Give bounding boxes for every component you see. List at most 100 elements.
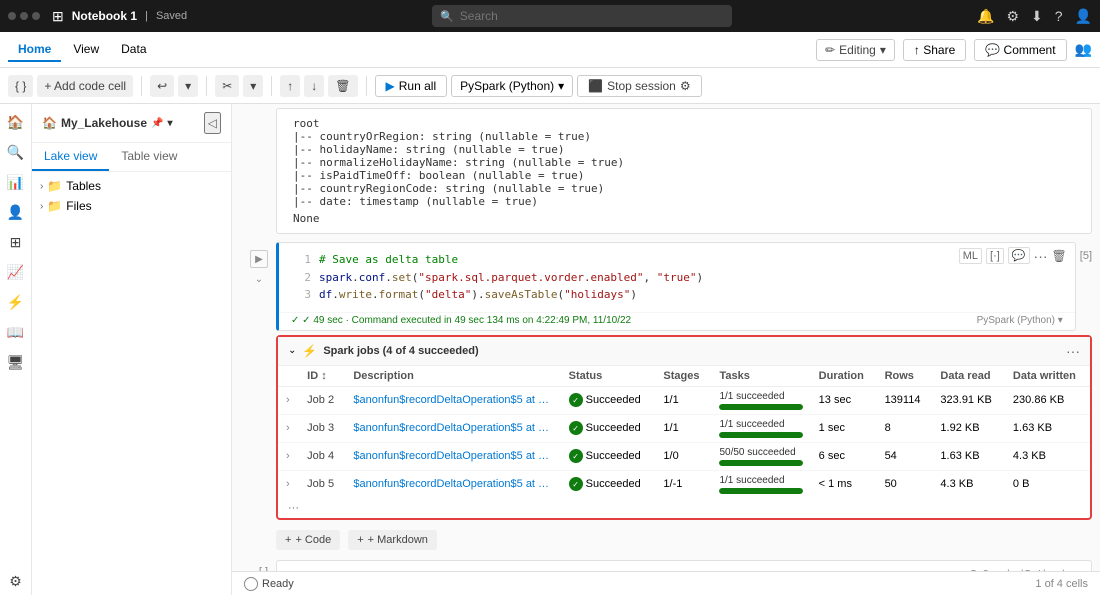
lake-view-tab[interactable]: Lake view: [32, 143, 109, 171]
add-cell-row: + + Code + + Markdown: [232, 524, 1100, 556]
cell-5-code[interactable]: 1 # Save as delta table 2 spark.conf.set…: [279, 243, 1075, 312]
job-desc-3[interactable]: $anonfun$recordDeltaOperation$5 at Synap…: [345, 470, 560, 498]
run-all-label: Run all: [399, 79, 436, 93]
main-area: 🏠 🔍 📊 👤 ⊞ 📈 ⚡ 📖 🖥 ⚙ 🏠 My_Lakehouse 📌 ▾ ◁…: [0, 104, 1100, 595]
sep1: [141, 76, 142, 96]
share-button[interactable]: ↑ Share: [903, 39, 966, 61]
sep2: [206, 76, 207, 96]
tab-data[interactable]: Data: [111, 38, 156, 62]
settings-icon[interactable]: ⚙: [1006, 8, 1019, 25]
job-expand-2[interactable]: ›: [278, 442, 299, 470]
help-icon[interactable]: ?: [1055, 8, 1063, 24]
move-up-button[interactable]: ↑: [280, 75, 300, 97]
files-folder-icon: 📁: [47, 199, 62, 213]
run-all-button[interactable]: ▶ Run all: [375, 75, 448, 97]
job-status-1: ✓ Succeeded: [561, 414, 656, 442]
sidebar-monitor-icon[interactable]: 🖥: [2, 348, 30, 376]
job-data-written-1: 1.63 KB: [1005, 414, 1090, 442]
sidebar-book-icon[interactable]: 📖: [2, 318, 30, 346]
cell-5-expand-button[interactable]: ⌄: [250, 270, 268, 288]
add-markdown-button[interactable]: + + Markdown: [348, 530, 437, 550]
sidebar-chart-icon[interactable]: 📈: [2, 258, 30, 286]
sidebar-search-icon[interactable]: 🔍: [2, 138, 30, 166]
spark-jobs-panel: ⌄ ⚡ Spark jobs (4 of 4 succeeded) ··· ID…: [276, 335, 1092, 520]
cut-dropdown[interactable]: ▾: [243, 75, 263, 97]
job-expand-0[interactable]: ›: [278, 386, 299, 414]
spark-jobs-more-btn[interactable]: ···: [278, 498, 1090, 518]
cell-ml-icon[interactable]: ML: [959, 248, 982, 264]
saved-label[interactable]: Saved: [156, 10, 187, 22]
tab-view[interactable]: View: [63, 38, 109, 62]
code-line-1: 1 # Save as delta table: [291, 251, 1063, 269]
cell-more-icon[interactable]: ···: [1034, 248, 1048, 264]
cell-5-run-button[interactable]: ▶: [250, 250, 268, 268]
job-expand-1[interactable]: ›: [278, 414, 299, 442]
schema-line-4: |-- isPaidTimeOff: boolean (nullable = t…: [293, 169, 1075, 182]
undo-button[interactable]: ↩: [150, 75, 174, 97]
lakehouse-chevron-icon[interactable]: ▾: [167, 118, 172, 129]
pin-icon[interactable]: 📌: [151, 118, 163, 129]
add-code-cell-button[interactable]: + Add code cell: [37, 75, 133, 97]
sidebar-home-icon[interactable]: 🏠: [2, 108, 30, 136]
search-input[interactable]: [460, 9, 724, 23]
sidebar-spark-icon[interactable]: ⚡: [2, 288, 30, 316]
schema-line-2: |-- holidayName: string (nullable = true…: [293, 143, 1075, 156]
left-panel-header: 🏠 My_Lakehouse 📌 ▾ ◁: [32, 104, 231, 143]
tab-home[interactable]: Home: [8, 38, 61, 62]
add-code-button[interactable]: + + Code: [276, 530, 340, 550]
people-icon[interactable]: 👥: [1075, 41, 1092, 58]
stop-session-button[interactable]: ⬛ Stop session ⚙: [577, 75, 701, 97]
collapse-panel-button[interactable]: ◁: [204, 112, 221, 134]
job-expand-3[interactable]: ›: [278, 470, 299, 498]
run-all-play-icon: ▶: [386, 79, 395, 93]
comment-label: Comment: [1004, 43, 1056, 57]
job-desc-0[interactable]: $anonfun$recordDeltaOperation$5 at Synap…: [345, 386, 560, 414]
search-bar[interactable]: 🔍: [432, 5, 732, 27]
dot2: [20, 12, 28, 20]
empty-cell-pyspark[interactable]: PySpark (Python) ▾: [971, 569, 1079, 571]
sidebar-grid-icon[interactable]: ⊞: [2, 228, 30, 256]
job-status-3: ✓ Succeeded: [561, 470, 656, 498]
cell-type-dropdown[interactable]: { }: [8, 75, 33, 97]
pyspark-dropdown[interactable]: PySpark (Python) ▾: [451, 75, 573, 97]
empty-cell-linenum: 1: [289, 569, 971, 571]
undo-dropdown[interactable]: ▾: [178, 75, 198, 97]
job-tasks-3: 1/1 succeeded: [711, 470, 810, 498]
download-icon[interactable]: ⬇: [1031, 8, 1043, 25]
cell-5-pyspark-label[interactable]: PySpark (Python) ▾: [977, 315, 1063, 326]
tasks-progress-2: [719, 460, 802, 466]
cut-button[interactable]: ✂: [215, 75, 239, 97]
comment-button[interactable]: 💬 Comment: [974, 39, 1066, 61]
toolbar: { } + Add code cell ↩ ▾ ✂ ▾ ↑ ↓ 🗑 ▶ Run …: [0, 68, 1100, 104]
notification-icon[interactable]: 🔔: [977, 8, 994, 25]
cell-variable-icon[interactable]: [·]: [986, 248, 1004, 264]
cell-comment-icon[interactable]: 💬: [1008, 247, 1030, 264]
statusbar: Ready 1 of 4 cells: [232, 571, 1100, 595]
delete-button[interactable]: 🗑: [328, 75, 357, 97]
move-down-button[interactable]: ↓: [304, 75, 324, 97]
status-dot-0: ✓: [569, 393, 583, 407]
line-num-2: 2: [291, 269, 311, 287]
cell-delete-icon[interactable]: 🗑: [1052, 249, 1067, 263]
tables-tree-item[interactable]: › 📁 Tables: [36, 176, 227, 196]
job-desc-2[interactable]: $anonfun$recordDeltaOperation$5 at Synap…: [345, 442, 560, 470]
schema-line-6: |-- date: timestamp (nullable = true): [293, 195, 1075, 208]
editing-badge[interactable]: ✏ Editing ▾: [816, 39, 895, 61]
col-id[interactable]: ID ↕: [299, 366, 345, 387]
table-view-tab[interactable]: Table view: [109, 143, 189, 171]
spark-collapse-icon[interactable]: ⌄: [288, 345, 296, 356]
spark-more-icon[interactable]: ···: [1066, 343, 1080, 359]
sidebar-people-icon[interactable]: 👤: [2, 198, 30, 226]
code-content-3: df.write.format("delta").saveAsTable("ho…: [319, 286, 637, 304]
schema-output-container: root |-- countryOrRegion: string (nullab…: [232, 104, 1100, 234]
files-tree-item[interactable]: › 📁 Files: [36, 196, 227, 216]
col-expand: [278, 366, 299, 387]
schema-output: root |-- countryOrRegion: string (nullab…: [276, 108, 1092, 234]
sidebar-settings-icon[interactable]: ⚙: [2, 567, 30, 595]
sidebar-icons: 🏠 🔍 📊 👤 ⊞ 📈 ⚡ 📖 🖥 ⚙: [0, 104, 32, 595]
user-icon[interactable]: 👤: [1075, 8, 1092, 25]
job-id-2: Job 4: [299, 442, 345, 470]
empty-cell-body[interactable]: 1 Press shift + enter to run PySpark (Py…: [276, 560, 1092, 571]
sidebar-data-icon[interactable]: 📊: [2, 168, 30, 196]
job-desc-1[interactable]: $anonfun$recordDeltaOperation$5 at Synap…: [345, 414, 560, 442]
